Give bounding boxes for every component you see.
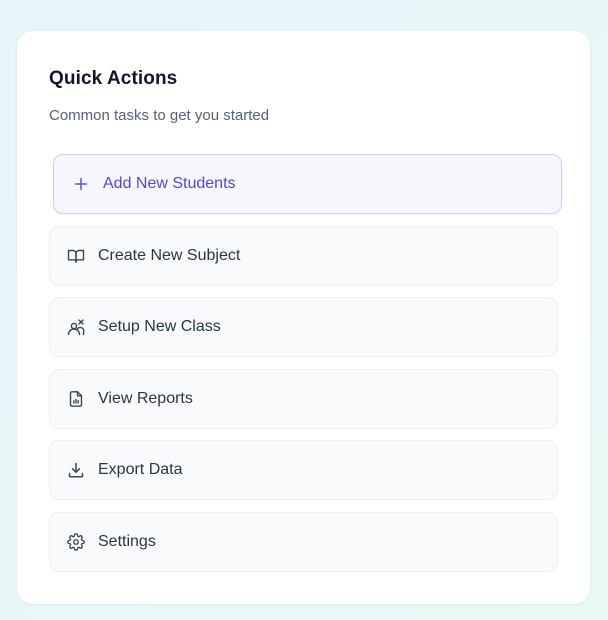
plus-icon [71, 174, 91, 194]
card-subtitle: Common tasks to get you started [49, 107, 270, 124]
action-label: Add New Students [103, 175, 236, 192]
export-data-button[interactable]: Export Data [49, 440, 558, 500]
class-setup-icon [66, 317, 86, 337]
book-open-icon [66, 246, 86, 266]
action-label: Settings [98, 533, 156, 550]
report-file-icon [66, 389, 86, 409]
create-new-subject-button[interactable]: Create New Subject [49, 226, 558, 286]
quick-actions-card: Quick Actions Common tasks to get you st… [17, 31, 590, 604]
settings-button[interactable]: Settings [49, 512, 558, 572]
add-new-students-button[interactable]: Add New Students [53, 154, 562, 214]
download-icon [66, 460, 86, 480]
action-label: Create New Subject [98, 247, 241, 264]
action-label: Export Data [98, 461, 183, 478]
action-label: View Reports [98, 390, 193, 407]
action-label: Setup New Class [98, 318, 221, 335]
setup-new-class-button[interactable]: Setup New Class [49, 297, 558, 357]
view-reports-button[interactable]: View Reports [49, 369, 558, 429]
gear-icon [66, 532, 86, 552]
card-title: Quick Actions [49, 68, 178, 89]
